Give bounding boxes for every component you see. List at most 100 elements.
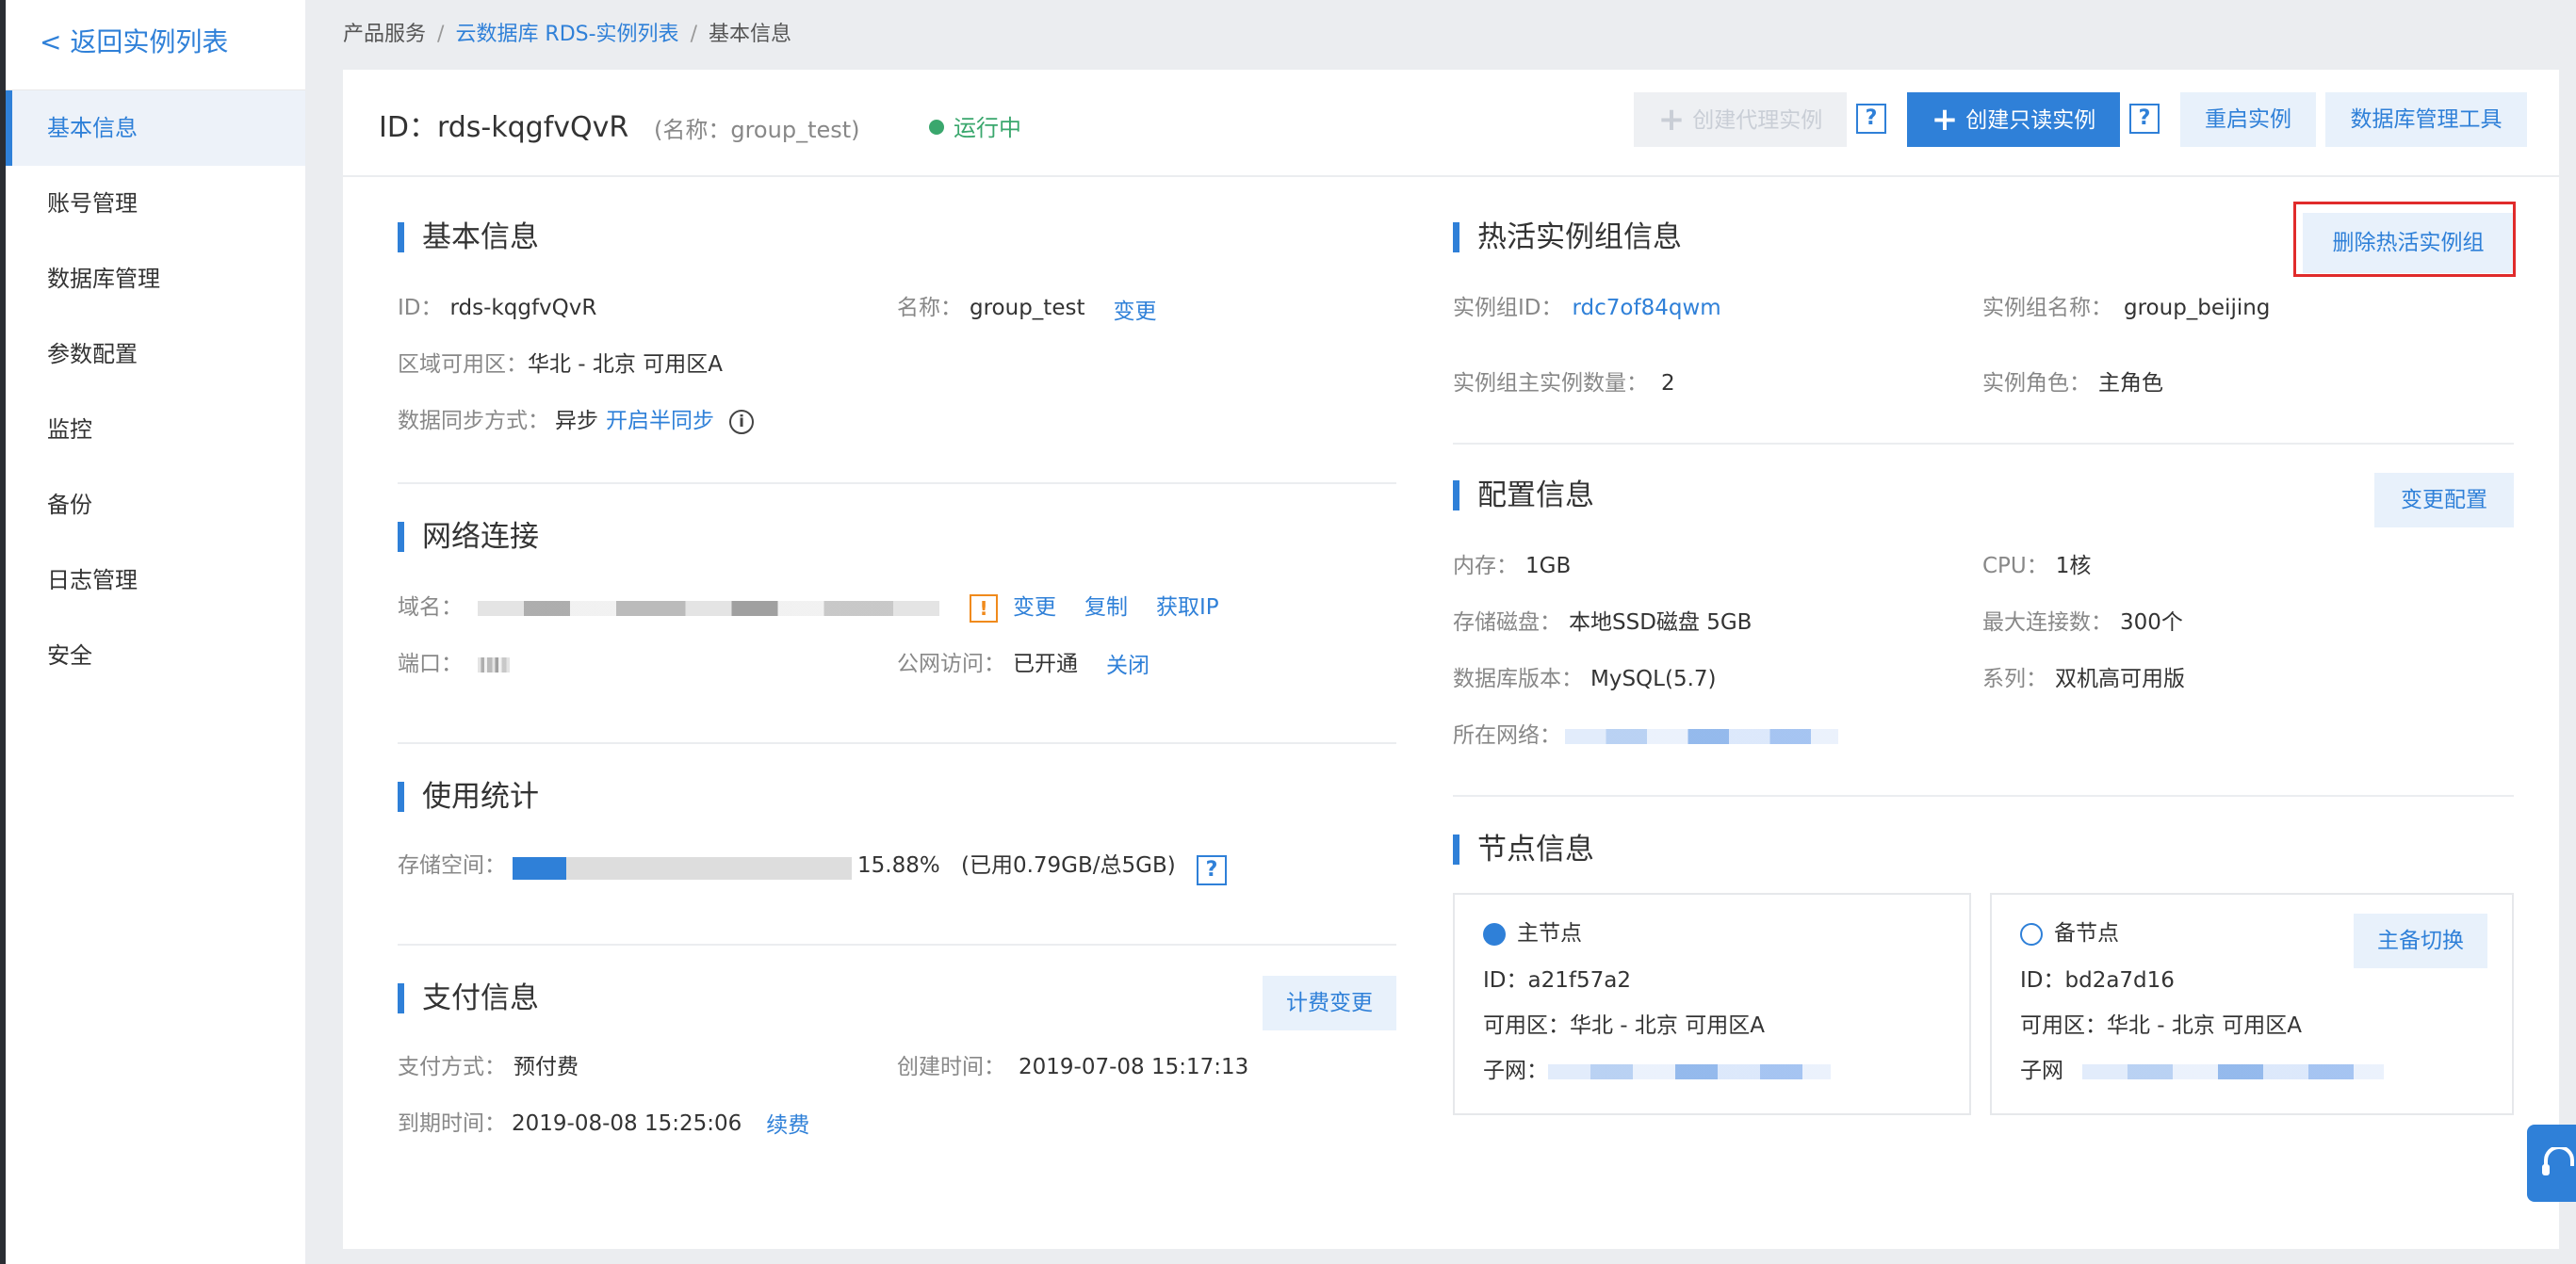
usage-title: 使用统计 — [398, 780, 539, 814]
series-label: 系列： — [1982, 667, 2047, 691]
storage-detail: (已用0.79GB/总5GB) — [961, 853, 1176, 878]
create-proxy-label: 创建代理实例 — [1692, 108, 1823, 133]
status-text: 运行中 — [954, 115, 1021, 141]
zone-label: 区域可用区： — [398, 352, 528, 377]
hot-group-title: 热活实例组信息 — [1453, 220, 1682, 254]
status-badge: 运行中 — [929, 109, 1021, 142]
network-redacted — [1565, 728, 1838, 744]
standby-node-card[interactable]: 备节点 主备切换 ID：bd2a7d16 可用区：华北 - 北京 可用区A 子网 — [1990, 893, 2514, 1115]
create-proxy-instance-button[interactable]: + 创建代理实例 — [1634, 92, 1847, 147]
standby-node-zone: 可用区：华北 - 北京 可用区A — [2020, 1013, 2302, 1038]
series-field: 系列： 双机高可用版 — [1982, 665, 2185, 693]
cpu-value: 1核 — [2055, 554, 2092, 578]
instance-id: ID：rds-kqgfvQvR — [379, 111, 629, 144]
warning-icon[interactable]: ! — [970, 593, 998, 623]
disk-label: 存储磁盘： — [1453, 610, 1561, 635]
standby-subnet-redacted — [2082, 1063, 2384, 1079]
storage-progress-bar — [513, 857, 852, 880]
public-access-field: 公网访问： 已开通 关闭 — [897, 650, 1149, 678]
breadcrumb-current: 基本信息 — [708, 23, 791, 46]
enable-semi-sync-link[interactable]: 开启半同步 — [606, 409, 714, 433]
back-to-instance-list-link[interactable]: < 返回实例列表 — [6, 0, 305, 90]
zone-value: 华北 - 北京 可用区A — [528, 352, 723, 377]
sidebar-item-basic-info[interactable]: 基本信息 — [6, 90, 305, 166]
memory-field: 内存： 1GB — [1453, 552, 1571, 580]
created-time-value: 2019-07-08 15:17:13 — [1019, 1055, 1249, 1079]
max-connections-field: 最大连接数： 300个 — [1982, 608, 2183, 637]
storage-help-icon[interactable]: ? — [1197, 855, 1227, 885]
primary-node-header: 主节点 — [1483, 919, 1582, 948]
close-public-access-link[interactable]: 关闭 — [1106, 654, 1149, 678]
cpu-label: CPU： — [1982, 554, 2048, 578]
domain-redacted — [478, 600, 939, 616]
storage-field: 存储空间： — [398, 851, 506, 880]
divider — [398, 742, 1396, 744]
storage-percent: 15.88% — [857, 853, 940, 878]
expire-time-field: 到期时间： 2019-08-08 15:25:06 续费 — [398, 1110, 809, 1138]
change-domain-link[interactable]: 变更 — [1013, 595, 1056, 620]
sidebar-item-monitor[interactable]: 监控 — [6, 392, 305, 467]
sidebar-item-databases[interactable]: 数据库管理 — [6, 241, 305, 316]
sidebar-item-backup[interactable]: 备份 — [6, 467, 305, 543]
create-readonly-help-icon[interactable]: ? — [2129, 104, 2160, 134]
main-panel: ID：rds-kqgfvQvR (名称：group_test) 运行中 + 创建代… — [343, 70, 2559, 1249]
change-config-button[interactable]: 变更配置 — [2374, 473, 2514, 527]
sidebar-item-parameters[interactable]: 参数配置 — [6, 316, 305, 392]
status-dot-icon — [929, 120, 944, 135]
storage-label: 存储空间： — [398, 853, 506, 878]
cpu-field: CPU： 1核 — [1982, 552, 2091, 580]
network-title: 网络连接 — [398, 520, 539, 554]
sidebar-item-logs[interactable]: 日志管理 — [6, 543, 305, 618]
standby-subnet-field: 子网 — [2020, 1057, 2384, 1085]
standby-subnet-label: 子网 — [2020, 1059, 2063, 1083]
info-icon[interactable]: i — [729, 409, 754, 434]
primary-node-id: ID：a21f57a2 — [1483, 968, 1631, 993]
renew-link[interactable]: 续费 — [766, 1113, 809, 1138]
standby-node-header: 备节点 — [2020, 919, 2119, 948]
id-value: rds-kqgfvQvR — [449, 296, 597, 320]
divider — [398, 482, 1396, 484]
billing-change-button[interactable]: 计费变更 — [1263, 976, 1396, 1030]
created-time-label: 创建时间： — [897, 1055, 1005, 1079]
payment-method-value: 预付费 — [514, 1055, 579, 1079]
sidebar-item-security[interactable]: 安全 — [6, 618, 305, 693]
sync-label: 数据同步方式： — [398, 409, 549, 433]
group-id-field: 实例组ID： rdc7of84qwm — [1453, 294, 1721, 322]
switchover-button[interactable]: 主备切换 — [2354, 914, 2487, 968]
divider — [1453, 795, 2514, 797]
db-version-value: MySQL(5.7) — [1590, 667, 1717, 691]
breadcrumb-separator: / — [690, 23, 697, 46]
port-label: 端口： — [398, 652, 463, 676]
primary-node-card[interactable]: 主节点 ID：a21f57a2 可用区：华北 - 北京 可用区A 子网： — [1453, 893, 1971, 1115]
create-readonly-instance-button[interactable]: + 创建只读实例 — [1907, 92, 2120, 147]
primary-subnet-redacted — [1548, 1063, 1831, 1079]
copy-domain-link[interactable]: 复制 — [1084, 595, 1128, 620]
breadcrumb: 产品服务 / 云数据库 RDS-实例列表 / 基本信息 — [343, 17, 791, 47]
db-management-tool-button[interactable]: 数据库管理工具 — [2325, 92, 2527, 147]
max-connections-label: 最大连接数： — [1982, 610, 2112, 635]
breadcrumb-instance-list-link[interactable]: 云数据库 RDS-实例列表 — [455, 23, 678, 46]
name-label: 名称： — [897, 296, 962, 320]
group-id-link[interactable]: rdc7of84qwm — [1573, 296, 1721, 320]
get-ip-link[interactable]: 获取IP — [1156, 595, 1219, 620]
sidebar-item-accounts[interactable]: 账号管理 — [6, 166, 305, 241]
memory-value: 1GB — [1525, 554, 1572, 578]
create-readonly-label: 创建只读实例 — [1965, 108, 2096, 133]
restart-instance-button[interactable]: 重启实例 — [2180, 92, 2316, 147]
instance-name: (名称：group_test) — [654, 117, 860, 143]
basic-id-field: ID： rds-kqgfvQvR — [398, 294, 596, 322]
basic-info-title: 基本信息 — [398, 220, 539, 254]
primary-radio-icon — [1483, 922, 1506, 946]
standby-node-name: 备节点 — [2054, 921, 2119, 946]
change-name-link[interactable]: 变更 — [1113, 300, 1156, 324]
create-proxy-help-icon[interactable]: ? — [1856, 104, 1886, 134]
breadcrumb-root: 产品服务 — [343, 23, 427, 46]
max-connections-value: 300个 — [2120, 610, 2183, 635]
role-field: 实例角色： 主角色 — [1982, 369, 2163, 397]
config-title: 配置信息 — [1453, 478, 1594, 512]
customer-service-button[interactable] — [2527, 1125, 2576, 1202]
main-count-value: 2 — [1661, 371, 1675, 396]
disk-field: 存储磁盘： 本地SSD磁盘 5GB — [1453, 608, 1752, 637]
name-value: group_test — [970, 296, 1085, 320]
divider — [1453, 443, 2514, 445]
